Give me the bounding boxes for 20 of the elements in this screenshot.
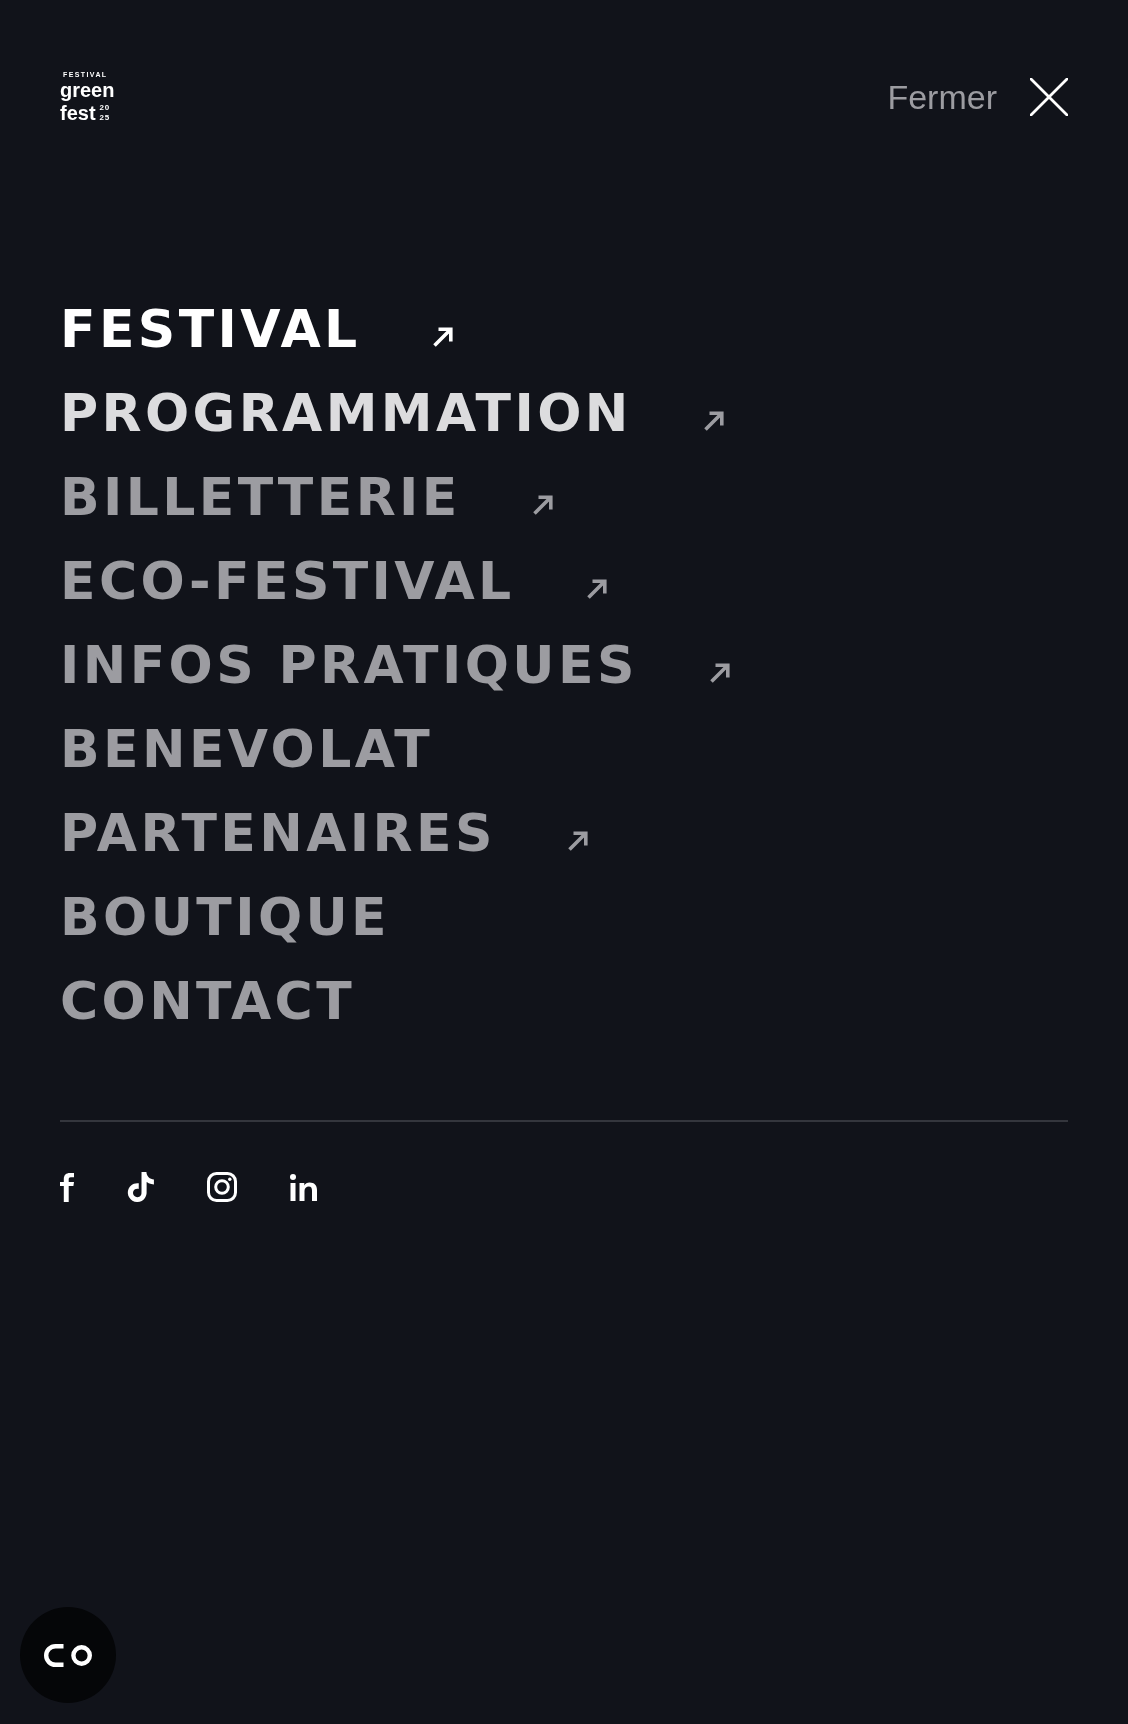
menu-link[interactable]: ECO-FESTIVAL xyxy=(60,539,607,623)
link-symbol-icon xyxy=(44,1643,92,1667)
linkedin-icon[interactable] xyxy=(290,1173,317,1201)
menu-link[interactable]: BILLETTERIE xyxy=(60,455,553,539)
menu-link[interactable]: FESTIVAL xyxy=(60,287,453,371)
menu-link[interactable]: CONTACT xyxy=(60,959,355,1043)
close-button[interactable]: Fermer xyxy=(887,77,1068,117)
menu-link[interactable]: PROGRAMMATION xyxy=(60,371,724,455)
close-icon xyxy=(1030,78,1068,116)
menu-link[interactable]: PARTENAIRES xyxy=(60,791,588,875)
tiktok-icon[interactable] xyxy=(127,1172,154,1202)
logo-word: green xyxy=(60,78,115,102)
menu-link[interactable]: BOUTIQUE xyxy=(60,875,391,959)
facebook-icon[interactable] xyxy=(60,1172,74,1202)
logo-word: fest xyxy=(60,101,96,125)
logo-year: 20 xyxy=(99,103,111,113)
menu-link[interactable]: INFOS PRATIQUES xyxy=(60,623,730,707)
menu-link[interactable]: BENEVOLAT xyxy=(60,707,434,791)
instagram-icon[interactable] xyxy=(207,1172,237,1202)
logo-year: 25 xyxy=(99,113,111,123)
